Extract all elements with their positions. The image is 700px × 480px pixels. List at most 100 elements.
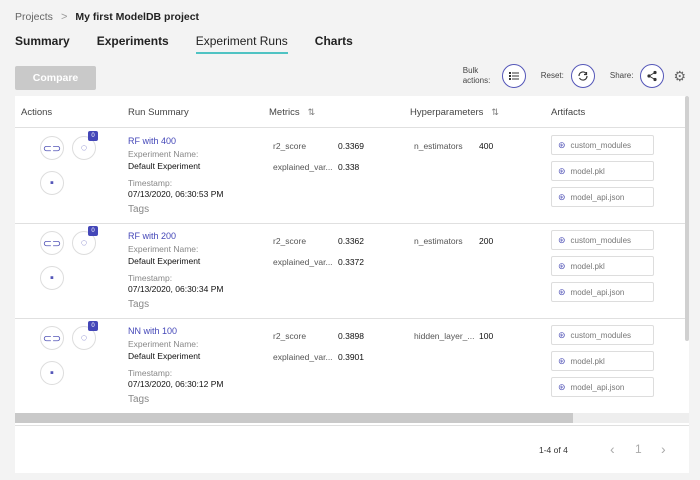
artifact-chip[interactable]: ⊛ model.pkl — [551, 161, 654, 181]
timestamp-label: Timestamp: — [128, 178, 173, 188]
artifact-icon: ⊛ — [558, 260, 566, 271]
artifact-icon: ⊛ — [558, 191, 566, 202]
page-number[interactable]: 1 — [635, 442, 642, 456]
bulk-actions-button[interactable] — [501, 64, 526, 88]
hyperparameter-key: n_estimators — [414, 236, 463, 246]
artifact-chip[interactable]: ⊛ model_api.json — [551, 282, 654, 302]
header-metrics[interactable]: Metrics ⇅ — [269, 107, 315, 118]
compare-button[interactable]: Compare — [15, 66, 96, 90]
hyperparameter-value: 100 — [479, 331, 494, 341]
artifact-chip[interactable]: ⊛ custom_modules — [551, 325, 654, 345]
metric-value: 0.3901 — [338, 352, 364, 362]
artifact-chip[interactable]: ⊛ model.pkl — [551, 256, 654, 276]
comment-count-badge: 0 — [88, 321, 98, 331]
artifact-name: model_api.json — [570, 192, 625, 202]
timestamp-label: Timestamp: — [128, 273, 173, 283]
experiment-name-label: Experiment Name: — [128, 149, 199, 159]
experiment-name-value: Default Experiment — [128, 351, 201, 361]
toolbar: Bulk actions: Reset: Share: ⚙ — [463, 64, 686, 88]
metric-key: r2_score — [273, 141, 307, 151]
comment-count-badge: 0 — [88, 226, 98, 236]
header-hyperparameters[interactable]: Hyperparameters ⇅ — [410, 107, 499, 118]
header-hyperparameters-label: Hyperparameters — [410, 107, 484, 118]
artifact-icon: ⊛ — [558, 139, 566, 150]
artifact-chip[interactable]: ⊛ model_api.json — [551, 377, 654, 397]
run-name-link[interactable]: RF with 400 — [128, 136, 176, 146]
artifact-chip[interactable]: ⊛ custom_modules — [551, 135, 654, 155]
run-name-link[interactable]: NN with 100 — [128, 326, 177, 336]
experiment-name-value: Default Experiment — [128, 161, 201, 171]
chevron-left-icon[interactable]: ‹ — [610, 441, 615, 457]
artifact-chip[interactable]: ⊛ custom_modules — [551, 230, 654, 250]
comment-count-badge: 0 — [88, 131, 98, 141]
sort-icon[interactable]: ⇅ — [491, 107, 499, 117]
table-row: ⊂⊃ ◌ 0 ▪ RF with 200 Experiment Name: De… — [15, 224, 685, 319]
artifact-chip[interactable]: ⊛ model_api.json — [551, 187, 654, 207]
metric-value: 0.3369 — [338, 141, 364, 151]
horizontal-scrollbar[interactable] — [15, 413, 689, 423]
hyperparameter-value: 200 — [479, 236, 494, 246]
reset-button[interactable] — [570, 64, 595, 88]
tags-label[interactable]: Tags — [128, 394, 149, 405]
tab-bar: Summary Experiments Experiment Runs Char… — [15, 34, 353, 54]
tab-experiment-runs[interactable]: Experiment Runs — [195, 34, 288, 54]
tags-label[interactable]: Tags — [128, 299, 149, 310]
pagination-summary: 1-4 of 4 — [539, 445, 568, 455]
reset-label: Reset: — [540, 71, 564, 81]
breadcrumb: Projects > My first ModelDB project — [15, 11, 199, 23]
breadcrumb-projects[interactable]: Projects — [15, 11, 53, 23]
artifact-icon: ⊛ — [558, 286, 566, 297]
artifact-name: custom_modules — [570, 140, 632, 150]
link-icon[interactable]: ⊂⊃ — [40, 326, 64, 350]
tab-summary[interactable]: Summary — [15, 34, 70, 54]
artifact-name: model_api.json — [570, 382, 625, 392]
delete-icon[interactable]: ▪ — [40, 361, 64, 385]
breadcrumb-separator: > — [60, 11, 68, 23]
timestamp-value: 07/13/2020, 06:30:34 PM — [128, 284, 224, 294]
artifact-chip[interactable]: ⊛ model.pkl — [551, 351, 654, 371]
metric-key: r2_score — [273, 331, 307, 341]
share-icon — [647, 70, 658, 82]
tags-label[interactable]: Tags — [128, 204, 149, 215]
metric-value: 0.3362 — [338, 236, 364, 246]
artifact-name: custom_modules — [570, 235, 632, 245]
vertical-scrollbar[interactable] — [685, 96, 689, 341]
hyperparameter-key: n_estimators — [414, 141, 463, 151]
bulk-actions-label: Bulk actions: — [462, 66, 491, 85]
artifact-icon: ⊛ — [558, 381, 566, 392]
tab-experiments[interactable]: Experiments — [97, 34, 169, 54]
metric-value: 0.3898 — [338, 331, 364, 341]
refresh-icon — [578, 71, 588, 81]
share-button[interactable] — [640, 64, 665, 88]
metric-key: r2_score — [273, 236, 307, 246]
experiment-name-value: Default Experiment — [128, 256, 201, 266]
table-header: Actions Run Summary Metrics ⇅ Hyperparame… — [15, 96, 689, 128]
sort-icon[interactable]: ⇅ — [308, 107, 316, 117]
header-run-summary: Run Summary — [128, 107, 189, 118]
metric-key: explained_var... — [273, 352, 333, 362]
run-name-link[interactable]: RF with 200 — [128, 231, 176, 241]
table-row: ⊂⊃ ◌ 0 ▪ NN with 100 Experiment Name: De… — [15, 319, 685, 414]
artifact-icon: ⊛ — [558, 165, 566, 176]
artifact-name: model.pkl — [570, 261, 605, 271]
gear-icon[interactable]: ⚙ — [673, 68, 686, 85]
timestamp-value: 07/13/2020, 06:30:53 PM — [128, 189, 224, 199]
share-label: Share: — [609, 71, 634, 81]
chevron-right-icon[interactable]: › — [661, 441, 666, 457]
header-actions: Actions — [21, 107, 53, 118]
hyperparameter-key: hidden_layer_... — [414, 331, 475, 341]
artifact-name: model.pkl — [570, 166, 605, 176]
delete-icon[interactable]: ▪ — [40, 266, 64, 290]
link-icon[interactable]: ⊂⊃ — [40, 136, 64, 160]
scrollbar-thumb[interactable] — [15, 413, 573, 423]
delete-icon[interactable]: ▪ — [40, 171, 64, 195]
artifact-name: custom_modules — [570, 330, 632, 340]
experiment-name-label: Experiment Name: — [128, 244, 199, 254]
artifact-name: model.pkl — [570, 356, 605, 366]
runs-table: Actions Run Summary Metrics ⇅ Hyperparame… — [15, 96, 689, 425]
experiment-name-label: Experiment Name: — [128, 339, 199, 349]
hyperparameter-value: 400 — [479, 141, 494, 151]
metric-key: explained_var... — [273, 162, 333, 172]
link-icon[interactable]: ⊂⊃ — [40, 231, 64, 255]
tab-charts[interactable]: Charts — [315, 34, 353, 54]
